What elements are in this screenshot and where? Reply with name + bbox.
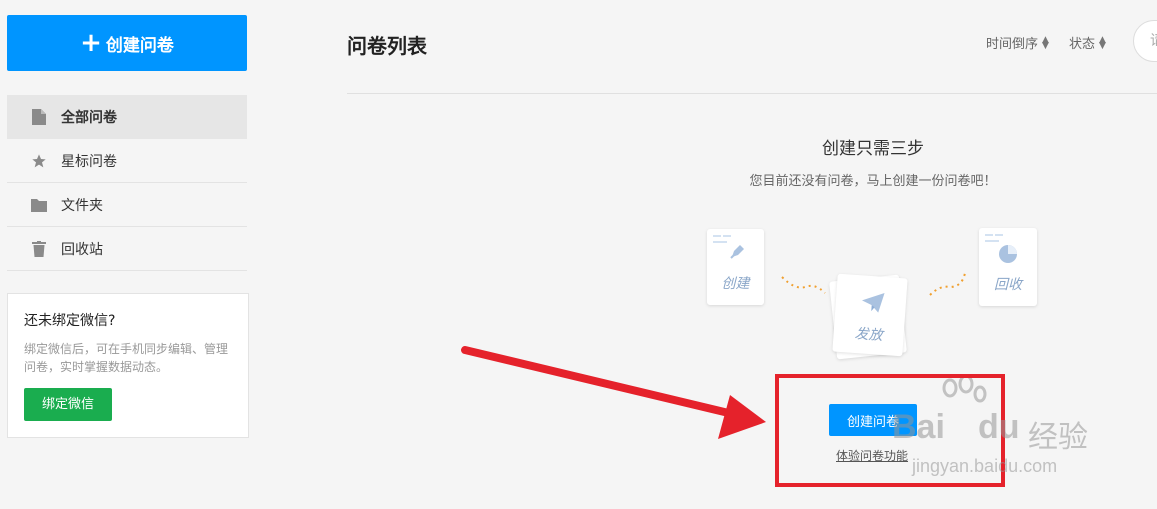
- watermark-product: 经验: [1028, 420, 1088, 455]
- header-divider: [347, 93, 1157, 94]
- trash-icon: [31, 240, 47, 257]
- create-survey-label: 创建问卷: [105, 35, 174, 56]
- step-card-distribute: 发放: [832, 273, 908, 357]
- plus-icon: +: [80, 28, 102, 58]
- bind-wechat-button[interactable]: 绑定微信: [24, 388, 113, 421]
- page-title: 问卷列表: [347, 34, 427, 58]
- watermark-brand-du: du: [978, 408, 1020, 446]
- sort-by-status[interactable]: 状态 ▲ ▼: [1069, 33, 1106, 52]
- step-label-distribute: 发放: [854, 325, 884, 344]
- sort-time-label: 时间倒序: [986, 37, 1039, 52]
- sidebar-item-folders[interactable]: 文件夹: [7, 183, 247, 227]
- create-survey-button[interactable]: + 创建问卷: [7, 15, 247, 71]
- sidebar-item-starred[interactable]: 星标问卷: [7, 139, 247, 183]
- sidebar-item-label: 全部问卷: [61, 110, 117, 126]
- step-card-collect: 回收: [979, 228, 1037, 306]
- sort-arrows-icon: ▲ ▼: [1098, 34, 1106, 51]
- sort-status-label: 状态: [1068, 37, 1095, 52]
- send-plane-icon: [861, 292, 885, 313]
- folder-icon: [31, 197, 47, 213]
- annotation-arrow: [461, 346, 766, 439]
- sort-by-time[interactable]: 时间倒序 ▲ ▼: [986, 33, 1049, 52]
- watermark-url: jingyan.baidu.com: [912, 456, 1058, 476]
- document-icon: [31, 109, 47, 125]
- sort-controls: 时间倒序 ▲ ▼ 状态 ▲ ▼: [986, 33, 1126, 52]
- step-label-collect: 回收: [994, 277, 1022, 293]
- wechat-description: 绑定微信后，可在手机同步编辑、管理问卷，实时掌握数据动态。: [24, 342, 229, 374]
- search-placeholder: 请: [1150, 33, 1157, 49]
- dotted-connector: [781, 276, 826, 294]
- sort-arrows-icon: ▲ ▼: [1042, 34, 1049, 51]
- dotted-connector: [929, 272, 966, 296]
- star-icon: [31, 153, 47, 169]
- empty-state-subtitle: 您目前还没有问卷，马上创建一份问卷吧！: [749, 174, 997, 189]
- sidebar-item-label: 文件夹: [61, 197, 103, 214]
- watermark-brand: Bai: [892, 408, 945, 446]
- sidebar-item-trash[interactable]: 回收站: [7, 227, 247, 271]
- sidebar-nav: 全部问卷 星标问卷 文件夹 回收站: [7, 95, 247, 271]
- wechat-bind-panel: 还未绑定微信? 绑定微信后，可在手机同步编辑、管理问卷，实时掌握数据动态。 绑定…: [7, 293, 249, 438]
- step-label-create: 创建: [721, 276, 750, 292]
- pie-chart-icon: [999, 245, 1017, 263]
- baidu-watermark: Bai du 经验 jingyan.baidu.com: [880, 378, 1155, 488]
- empty-state-title: 创建只需三步: [822, 139, 924, 159]
- card-lines-icon: [985, 234, 1003, 242]
- wechat-title: 还未绑定微信?: [24, 313, 116, 329]
- pen-icon: [730, 245, 744, 259]
- step-card-create: 创建: [707, 229, 764, 305]
- sidebar-item-all-surveys[interactable]: 全部问卷: [7, 95, 247, 139]
- sidebar-item-label: 星标问卷: [61, 153, 117, 170]
- search-input[interactable]: 请: [1133, 20, 1157, 62]
- sidebar-item-label: 回收站: [61, 241, 103, 258]
